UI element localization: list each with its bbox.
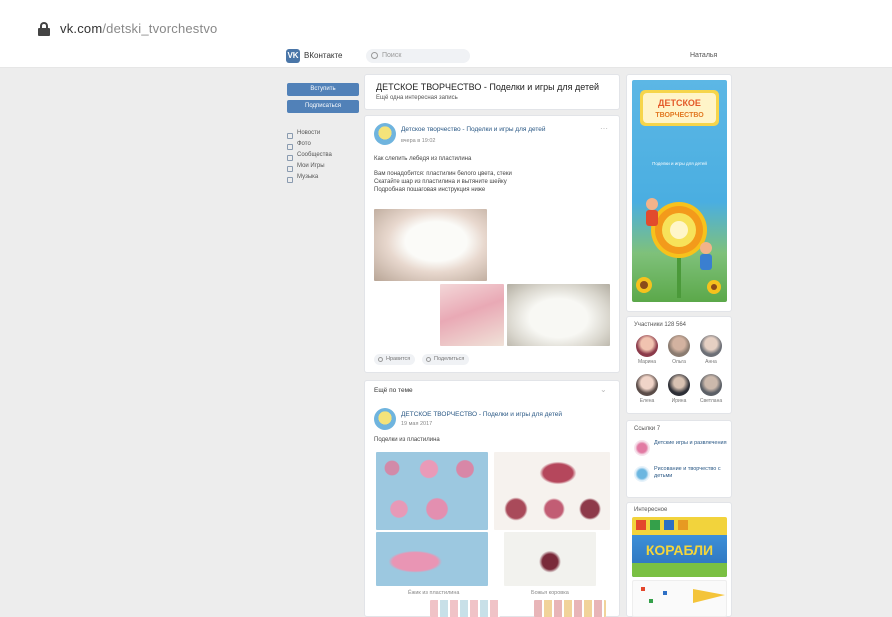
search-input[interactable]: Поиск (366, 49, 470, 63)
subscribe-button[interactable]: Подписаться (287, 100, 359, 113)
games-icon (287, 166, 293, 172)
post-photo[interactable] (376, 532, 488, 586)
nav-item-groups[interactable]: Сообщества (287, 152, 332, 163)
post-text-line: Скатайте шар из пластилина и вытяните ше… (374, 179, 507, 185)
post-photo[interactable] (534, 600, 606, 617)
nav-item-music[interactable]: Музыка (287, 174, 332, 185)
group-status: Ещё одна интересная запись (376, 95, 458, 101)
post-photo[interactable] (374, 209, 487, 281)
photo-caption: Ёжик из пластилина (408, 590, 460, 596)
link-avatar[interactable] (634, 440, 650, 456)
sunflower-illustration: ДЕТСКОЕ ТВОРЧЕСТВО Поделки и игры для де… (636, 90, 721, 298)
ad-banner[interactable] (632, 580, 727, 617)
post-author[interactable]: Детское творчество - Поделки и игры для … (401, 126, 581, 133)
music-icon (287, 177, 293, 183)
links-title[interactable]: Ссылки 7 (634, 426, 660, 432)
groups-icon (287, 155, 293, 161)
section-header: Ещё по теме (374, 387, 413, 394)
chevron-down-icon[interactable]: ⌄ (600, 385, 607, 394)
user-menu[interactable]: Наталья (690, 52, 717, 59)
photo-detail (380, 458, 404, 478)
url-text[interactable]: vk.com/detski_tvorchestvo (60, 21, 217, 36)
member-name[interactable]: Ирина (666, 398, 692, 404)
vk-header: VK ВКонтакте Поиск Наталья (0, 44, 892, 68)
nav-item-games[interactable]: Мои Игры (287, 163, 332, 174)
photo-icon (287, 144, 293, 150)
group-header-card (364, 74, 620, 110)
photo-caption: Божья коровка (531, 590, 569, 596)
photo-detail (386, 496, 412, 522)
nav-item-news[interactable]: Новости (287, 130, 332, 141)
left-nav: Новости Фото Сообщества Мои Игры Музыка (287, 130, 332, 185)
photo-detail (415, 456, 443, 482)
banner-line2: ТВОРЧЕСТВО (655, 112, 704, 119)
heart-icon (378, 357, 383, 362)
member-avatar[interactable] (636, 374, 658, 396)
post-text-line: Как слепить лебедя из пластилина (374, 156, 472, 162)
ad-illustration: КОРАБЛИ (632, 520, 727, 577)
share-icon (426, 357, 431, 362)
ad-banner[interactable]: КОРАБЛИ (632, 517, 727, 577)
photo-detail (574, 494, 606, 524)
join-button[interactable]: Вступить (287, 83, 359, 96)
photo-detail (450, 458, 480, 480)
group-cover[interactable]: ДЕТСКОЕ ТВОРЧЕСТВО Поделки и игры для де… (632, 80, 727, 302)
post-photo[interactable] (504, 532, 596, 586)
post-text: Поделки из пластилина (374, 437, 440, 443)
post-photo[interactable] (440, 284, 504, 346)
site-name[interactable]: ВКонтакте (304, 51, 343, 60)
post-text-line: Вам понадобится: пластилин белого цвета,… (374, 171, 512, 177)
vk-logo-icon[interactable]: VK (286, 49, 300, 63)
avatar[interactable] (374, 408, 396, 430)
ad-text: КОРАБЛИ (646, 542, 713, 558)
photo-detail (532, 457, 584, 489)
member-avatar[interactable] (668, 335, 690, 357)
ad-illustration (641, 587, 725, 603)
banner-subtitle: Поделки и игры для детей (652, 160, 707, 166)
avatar[interactable] (374, 123, 396, 145)
member-name[interactable]: Ольга (666, 359, 692, 365)
nav-item-photos[interactable]: Фото (287, 141, 332, 152)
link-avatar[interactable] (634, 466, 650, 482)
member-name[interactable]: Светлана (698, 398, 724, 404)
link-title[interactable]: Рисование и творчество с детьми (654, 466, 728, 480)
more-icon[interactable]: ⋯ (600, 124, 608, 133)
post-photo[interactable] (507, 284, 610, 346)
member-avatar[interactable] (700, 374, 722, 396)
lock-icon (38, 22, 50, 36)
photo-detail (538, 494, 570, 524)
news-icon (287, 133, 293, 139)
link-title[interactable]: Детские игры и развлечения (654, 440, 728, 447)
like-button[interactable]: Нравится (374, 354, 416, 365)
photo-detail (498, 494, 534, 524)
photo-detail (420, 494, 454, 524)
share-button[interactable]: Поделиться (422, 354, 470, 365)
post-text-line: Подробная пошаговая инструкция ниже (374, 187, 486, 193)
search-icon (371, 52, 378, 59)
post-author[interactable]: ДЕТСКОЕ ТВОРЧЕСТВО - Поделки и игры для … (401, 411, 571, 418)
members-title[interactable]: Участники 128 564 (634, 322, 686, 328)
member-avatar[interactable] (636, 335, 658, 357)
post-date[interactable]: вчера в 19:02 (401, 138, 435, 144)
ad-title[interactable]: Интересное (634, 507, 667, 513)
banner-line1: ДЕТСКОЕ (658, 98, 701, 108)
post-photo[interactable] (430, 600, 500, 617)
member-name[interactable]: Анна (698, 359, 724, 365)
member-name[interactable]: Марина (634, 359, 660, 365)
post-date[interactable]: 19 мая 2017 (401, 421, 432, 427)
member-avatar[interactable] (668, 374, 690, 396)
member-avatar[interactable] (700, 335, 722, 357)
member-name[interactable]: Елена (634, 398, 660, 404)
group-title: ДЕТСКОЕ ТВОРЧЕСТВО - Поделки и игры для … (376, 82, 600, 92)
